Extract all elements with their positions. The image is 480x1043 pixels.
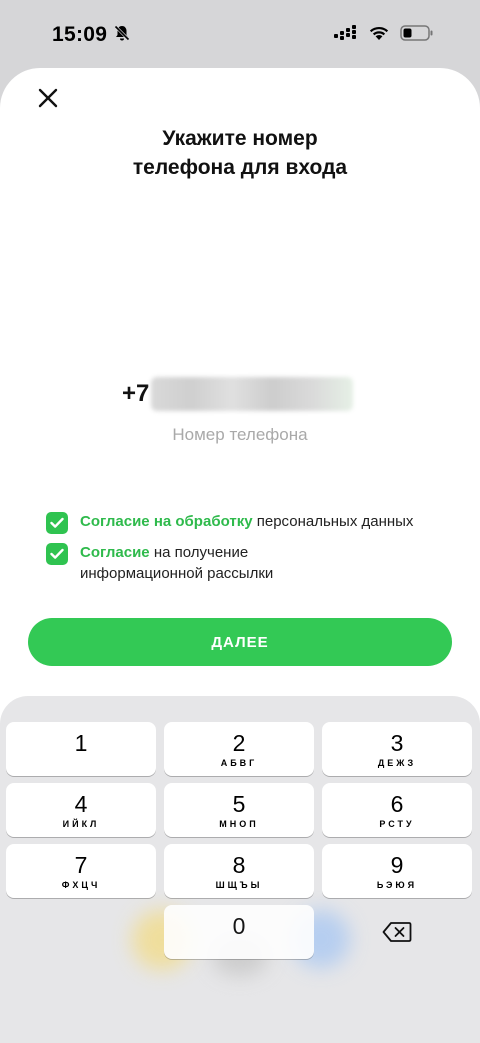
key-0[interactable]: 0 [164, 905, 314, 959]
status-bar: 15:09 [0, 0, 480, 70]
consent-personal-data-checkbox[interactable] [46, 512, 68, 534]
close-icon [38, 88, 58, 108]
key-4[interactable]: 4 ИЙКЛ [6, 783, 156, 837]
status-time: 15:09 [52, 23, 108, 46]
consent-personal-data: Согласие на обработку персональных данны… [46, 511, 456, 534]
login-sheet: Укажите номер телефона для входа +7 Номе… [0, 68, 480, 1043]
consent-newsletter-text: Согласие на получение информационной рас… [80, 542, 310, 584]
close-button[interactable] [30, 80, 66, 116]
backspace-icon [382, 922, 412, 942]
next-button[interactable]: ДАЛЕЕ [28, 618, 452, 666]
key-3[interactable]: 3 ДЕЖЗ [322, 722, 472, 776]
checkmark-icon [50, 517, 64, 528]
bell-muted-icon [113, 24, 131, 47]
key-8[interactable]: 8 ШЩЪЫ [164, 844, 314, 898]
consent-newsletter-link[interactable]: Согласие [80, 544, 150, 561]
phone-label: Номер телефона [172, 425, 308, 444]
key-7[interactable]: 7 ФХЦЧ [6, 844, 156, 898]
phone-input[interactable]: +7 [122, 376, 354, 412]
backspace-key[interactable] [360, 915, 434, 949]
key-2[interactable]: 2 АБВГ [164, 722, 314, 776]
key-6[interactable]: 6 РСТУ [322, 783, 472, 837]
wifi-icon [368, 25, 390, 46]
numeric-keyboard: 1 2 АБВГ 3 ДЕЖЗ 4 ИЙКЛ 5 МНОП 6 РСТУ 7 ФХЦЧ 8Ш… [0, 696, 480, 1043]
battery-icon [400, 24, 434, 46]
consent-personal-data-rest: персональных данных [252, 513, 414, 530]
consent-personal-data-link[interactable]: Согласие на обработку [80, 513, 253, 530]
key-1[interactable]: 1 [6, 722, 156, 776]
status-right [334, 24, 434, 46]
consent-list: Согласие на обработку персональных данны… [46, 511, 456, 592]
key-9[interactable]: 9 ЬЭЮЯ [322, 844, 472, 898]
status-left: 15:09 [52, 23, 131, 47]
consent-personal-data-text: Согласие на обработку персональных данны… [80, 511, 413, 532]
page-title: Укажите номер телефона для входа [132, 127, 348, 179]
phone-number-blurred [151, 377, 354, 411]
consent-newsletter-checkbox[interactable] [46, 543, 68, 565]
key-5[interactable]: 5 МНОП [164, 783, 314, 837]
consent-newsletter: Согласие на получение информационной рас… [46, 542, 456, 584]
checkmark-icon [50, 548, 64, 559]
phone-prefix: +7 [122, 380, 150, 407]
signal-icon [334, 24, 358, 46]
